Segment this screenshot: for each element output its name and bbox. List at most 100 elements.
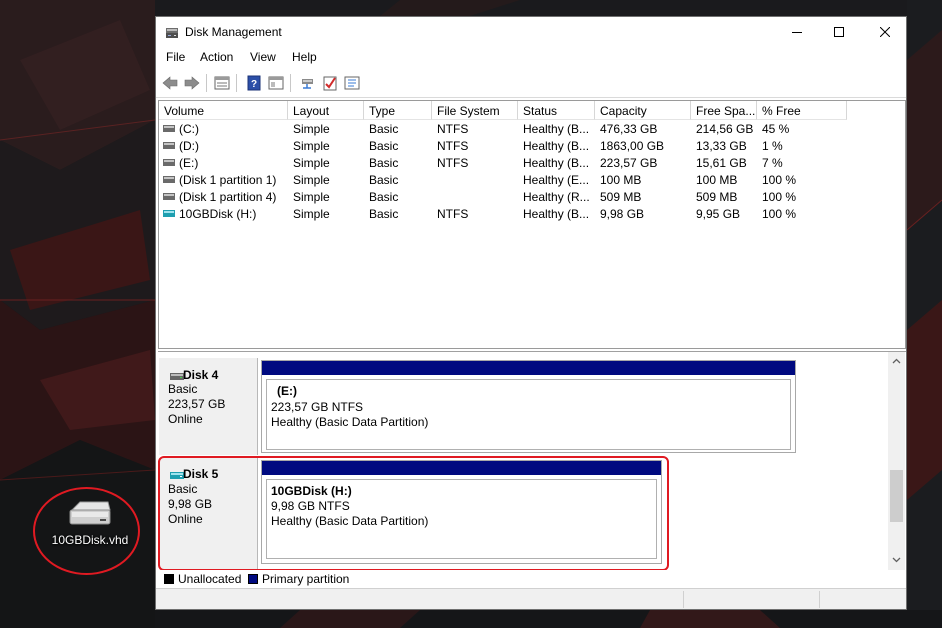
disk-4-label[interactable]: Disk 4 Basic 223,57 GB Online	[159, 358, 258, 455]
drive-icon	[163, 193, 175, 200]
minimize-icon	[792, 32, 802, 33]
scroll-down-icon[interactable]	[892, 555, 901, 564]
cell-pct: 100 %	[762, 190, 797, 204]
settings-button[interactable]	[342, 74, 362, 92]
volume-list-header: Volume Layout Type File System Status Ca…	[159, 101, 905, 120]
menu-view[interactable]: View	[248, 50, 278, 64]
help-icon: ?	[247, 75, 261, 91]
cell-fs: NTFS	[437, 122, 469, 136]
close-button[interactable]	[862, 17, 908, 47]
scroll-up-icon[interactable]	[892, 357, 901, 366]
partition-e[interactable]: (E:) 223,57 GB NTFS Healthy (Basic Data …	[261, 360, 796, 453]
cell-status: Healthy (B...	[523, 139, 590, 153]
legend-swatch-unallocated	[164, 574, 174, 584]
cell-volume: (C:)	[179, 122, 199, 136]
cell-type: Basic	[369, 207, 399, 221]
svg-text:?: ?	[251, 79, 257, 90]
disk-state: Online	[168, 412, 203, 426]
disk-management-icon	[166, 28, 178, 38]
cell-capacity: 100 MB	[600, 173, 642, 187]
toolbar-separator	[290, 74, 291, 92]
column-header-capacity[interactable]: Capacity	[595, 101, 691, 120]
column-header-type[interactable]: Type	[364, 101, 432, 120]
connect-button[interactable]	[298, 74, 318, 92]
disk-5-annotation-box	[158, 456, 669, 570]
properties-icon	[214, 76, 230, 90]
cell-fs: NTFS	[437, 207, 469, 221]
cell-free: 15,61 GB	[696, 156, 747, 170]
disk-map: Disk 4 Basic 223,57 GB Online (E:) 223,5…	[158, 351, 906, 570]
menu-action[interactable]: Action	[198, 50, 235, 64]
maximize-icon	[834, 27, 844, 37]
cell-capacity: 223,57 GB	[600, 156, 658, 170]
help-button[interactable]: ?	[244, 74, 264, 92]
cell-capacity: 1863,00 GB	[600, 139, 665, 153]
cell-layout: Simple	[293, 122, 330, 136]
column-header-free-space[interactable]: Free Spa...	[691, 101, 757, 120]
cell-fs: NTFS	[437, 156, 469, 170]
close-icon	[880, 27, 890, 37]
disk-management-window: Disk Management File Action View Help ?	[155, 16, 907, 610]
toolbar: ?	[156, 68, 906, 98]
window-title: Disk Management	[185, 25, 282, 39]
cell-status: Healthy (B...	[523, 207, 590, 221]
cell-fs: NTFS	[437, 139, 469, 153]
table-row[interactable]: (Disk 1 partition 4) Simple Basic Healthy (…	[159, 189, 905, 206]
cell-free: 100 MB	[696, 173, 738, 187]
partition-status: Healthy (Basic Data Partition)	[271, 415, 429, 429]
scroll-thumb[interactable]	[890, 470, 903, 522]
table-row[interactable]: (E:) Simple Basic NTFS Healthy (B... 223,57 G…	[159, 155, 905, 172]
maximize-button[interactable]	[816, 17, 862, 47]
show-hide-pane-button[interactable]	[266, 74, 286, 92]
cell-capacity: 509 MB	[600, 190, 642, 204]
partition-e-details: (E:) 223,57 GB NTFS Healthy (Basic Data …	[266, 379, 791, 450]
column-header-layout[interactable]: Layout	[288, 101, 364, 120]
minimize-button[interactable]	[774, 17, 820, 47]
disk-size: 223,57 GB	[168, 397, 226, 411]
column-header-volume[interactable]: Volume	[159, 101, 288, 120]
menu-help[interactable]: Help	[290, 50, 319, 64]
legend-swatch-primary	[248, 574, 258, 584]
table-row[interactable]: 10GBDisk (H:) Simple Basic NTFS Healthy (B..…	[159, 206, 905, 223]
table-row[interactable]: (Disk 1 partition 1) Simple Basic Healthy (…	[159, 172, 905, 189]
menu-file[interactable]: File	[164, 50, 187, 64]
cell-pct: 100 %	[762, 207, 797, 221]
forward-button[interactable]	[182, 74, 202, 92]
cell-layout: Simple	[293, 139, 330, 153]
show-hide-pane-icon	[268, 76, 284, 90]
cell-volume: (D:)	[179, 139, 199, 153]
menu-bar: File Action View Help	[156, 48, 906, 68]
cell-capacity: 476,33 GB	[600, 122, 658, 136]
drive-icon	[163, 176, 175, 183]
table-row[interactable]: (C:) Simple Basic NTFS Healthy (B... 476,33 G…	[159, 121, 905, 138]
drive-icon	[163, 159, 175, 166]
disk-map-scrollbar[interactable]	[888, 352, 905, 570]
cell-layout: Simple	[293, 207, 330, 221]
table-row[interactable]: (D:) Simple Basic NTFS Healthy (B... 1863,00 …	[159, 138, 905, 155]
cell-free: 9,95 GB	[696, 207, 741, 221]
cell-pct: 100 %	[762, 173, 797, 187]
column-header-percent-free[interactable]: % Free	[757, 101, 847, 120]
cell-type: Basic	[369, 122, 399, 136]
back-button[interactable]	[160, 74, 180, 92]
legend-primary-partition: Primary partition	[262, 572, 350, 586]
partition-size-fs: 223,57 GB NTFS	[271, 400, 364, 414]
cell-layout: Simple	[293, 190, 330, 204]
check-button[interactable]	[320, 74, 340, 92]
back-icon	[162, 76, 178, 90]
cell-volume: (E:)	[179, 156, 199, 170]
properties-button[interactable]	[212, 74, 232, 92]
column-header-file-system[interactable]: File System	[432, 101, 518, 120]
status-bar	[156, 588, 906, 609]
cell-volume: (Disk 1 partition 4)	[179, 190, 277, 204]
cell-capacity: 9,98 GB	[600, 207, 645, 221]
toolbar-separator	[236, 74, 237, 92]
cell-status: Healthy (B...	[523, 122, 590, 136]
annotation-circle	[33, 487, 140, 575]
cell-status: Healthy (R...	[523, 190, 590, 204]
cell-pct: 45 %	[762, 122, 790, 136]
title-bar[interactable]: Disk Management	[156, 17, 906, 48]
settings-icon	[344, 76, 360, 90]
column-header-status[interactable]: Status	[518, 101, 595, 120]
legend-unallocated: Unallocated	[178, 572, 242, 586]
